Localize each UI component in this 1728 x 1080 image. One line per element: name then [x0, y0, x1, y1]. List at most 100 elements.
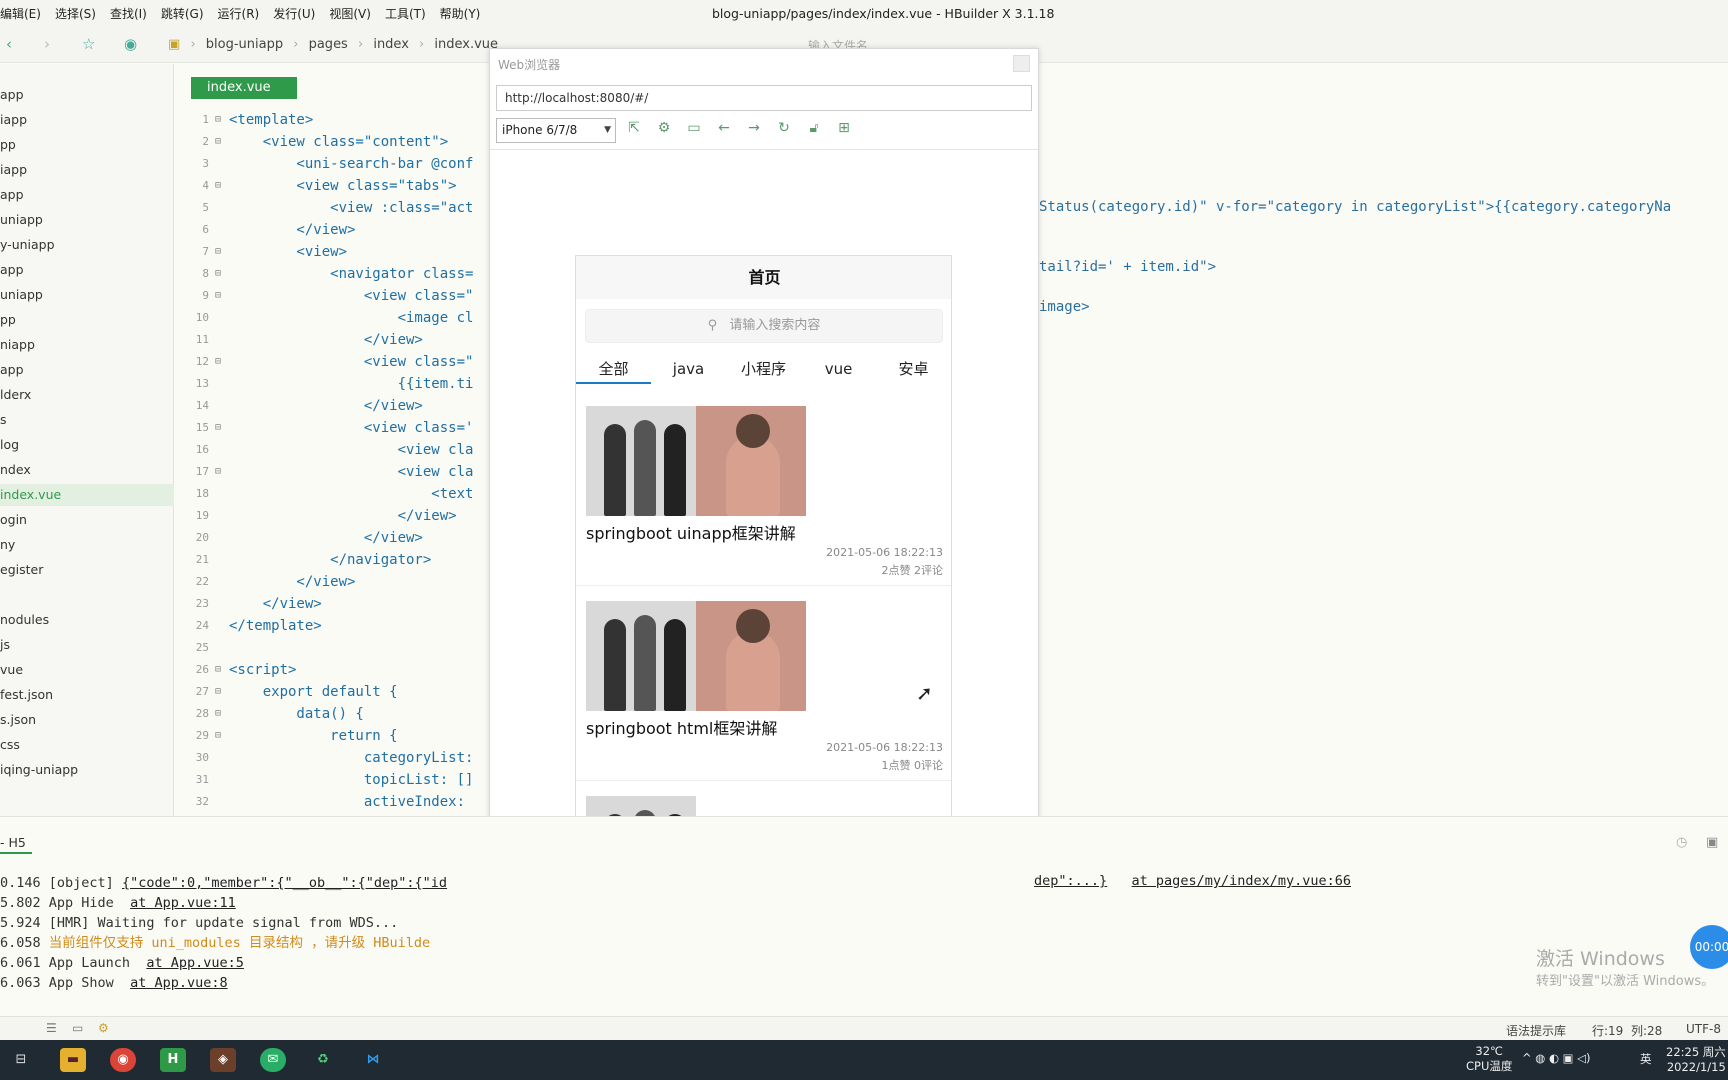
search-input[interactable]: ⚲ 请输入搜索内容	[585, 309, 943, 343]
chrome-icon[interactable]: ◉	[110, 1048, 136, 1072]
sidebar-item[interactable]: app	[0, 359, 174, 381]
tab-android[interactable]: 安卓	[876, 356, 951, 382]
sidebar-item[interactable]: nodules	[0, 609, 174, 631]
sidebar-item[interactable]: ny	[0, 534, 174, 556]
menu-view[interactable]: 视图(V)	[329, 5, 371, 22]
settings-icon[interactable]: ⚙	[653, 120, 675, 136]
forward-icon[interactable]: →	[743, 120, 765, 136]
tray-icons[interactable]: ^ ◍ ◐ ▣ ◁)	[1522, 1051, 1591, 1065]
sidebar-item[interactable]: ogin	[0, 509, 174, 531]
tab-java[interactable]: java	[651, 356, 726, 382]
sidebar-item[interactable]: s	[0, 409, 174, 431]
sidebar-item[interactable]: niapp	[0, 334, 174, 356]
input-method[interactable]: 英	[1640, 1051, 1652, 1067]
sidebar-item[interactable]: lderx	[0, 384, 174, 406]
fold-icon[interactable]: ⊟	[215, 659, 221, 681]
breadcrumb-pages[interactable]: pages	[309, 37, 348, 52]
menu-find[interactable]: 查找(I)	[110, 5, 147, 22]
tab-all[interactable]: 全部	[576, 356, 651, 384]
fold-icon[interactable]: ⊟	[215, 285, 221, 307]
plugin-icon[interactable]: ⚙	[98, 1021, 109, 1035]
log-link[interactable]: {"code":0,"member":{"__ob__":{"dep":{"id	[122, 875, 447, 891]
post-card[interactable]: springboot html框架讲解 2021-05-06 18:22:13 …	[576, 601, 951, 781]
sidebar-item[interactable]: uniapp	[0, 284, 174, 306]
console-stop-icon[interactable]: ▣	[1706, 835, 1718, 850]
tab-vue[interactable]: vue	[801, 356, 876, 382]
console-run-icon[interactable]: ◷	[1676, 835, 1687, 850]
fold-icon[interactable]: ⊟	[215, 417, 221, 439]
log-link[interactable]: at App.vue:11	[130, 895, 236, 911]
fold-icon[interactable]: ⊟	[215, 263, 221, 285]
breadcrumb-project[interactable]: blog-uniapp	[206, 37, 283, 52]
qrcode-icon[interactable]: ⊞	[833, 120, 855, 136]
sidebar-item[interactable]: s.json	[0, 709, 174, 731]
fold-icon[interactable]: ⊟	[215, 461, 221, 483]
clock[interactable]: 22:25 周六 2022/1/15	[1666, 1044, 1726, 1074]
fold-icon[interactable]: ⊟	[215, 131, 221, 153]
log-link[interactable]: dep":...}	[1034, 873, 1107, 889]
menu-help[interactable]: 帮助(Y)	[440, 5, 481, 22]
sidebar-item[interactable]: app	[0, 259, 174, 281]
sidebar-item[interactable]: ndex	[0, 459, 174, 481]
file-explorer-icon[interactable]: ▬	[60, 1048, 86, 1072]
fold-icon[interactable]: ⊟	[215, 703, 221, 725]
sidebar-item[interactable]: y-uniapp	[0, 234, 174, 256]
console-tab[interactable]: - H5	[0, 835, 32, 854]
fold-icon[interactable]: ⊟	[215, 725, 221, 747]
close-icon[interactable]	[1013, 55, 1030, 72]
editor-tab-index-vue[interactable]: index.vue	[191, 77, 297, 99]
sidebar-item[interactable]: js	[0, 634, 174, 656]
encoding[interactable]: UTF-8	[1686, 1022, 1721, 1036]
menu-run[interactable]: 运行(R)	[218, 5, 260, 22]
app-icon[interactable]: ◈	[210, 1048, 236, 1072]
fold-icon[interactable]: ⊟	[215, 681, 221, 703]
terminal-icon[interactable]: ▭	[72, 1021, 83, 1035]
menu-select[interactable]: 选择(S)	[55, 5, 96, 22]
device-select[interactable]: iPhone 6/7/8 ▼	[496, 118, 616, 143]
sidebar-item[interactable]: iapp	[0, 109, 174, 131]
sidebar-item[interactable]	[0, 584, 174, 606]
task-view-icon[interactable]: ⊟	[8, 1048, 34, 1072]
sidebar-item[interactable]: log	[0, 434, 174, 456]
back-arrow-icon[interactable]: ‹	[6, 35, 12, 53]
lock-icon[interactable]: 🔓︎	[803, 120, 825, 136]
vscode-icon[interactable]: ⋈	[360, 1048, 386, 1072]
run-icon[interactable]: ◉	[124, 35, 137, 53]
url-field[interactable]: http://localhost:8080/#/	[496, 85, 1032, 111]
post-card[interactable]: springboot uinapp框架讲解 2021-05-06 18:22:1…	[576, 406, 951, 586]
menu-publish[interactable]: 发行(U)	[273, 5, 315, 22]
sidebar-item[interactable]: app	[0, 184, 174, 206]
recording-timer[interactable]: 00:00	[1690, 925, 1728, 969]
sidebar-item[interactable]: iqing-uniapp	[0, 759, 174, 781]
list-icon[interactable]: ☰	[46, 1021, 57, 1035]
breadcrumb-index[interactable]: index	[373, 37, 409, 52]
fold-icon[interactable]: ⊟	[215, 351, 221, 373]
forward-arrow-icon[interactable]: ›	[44, 35, 50, 53]
wechat-icon[interactable]: ✉	[260, 1048, 286, 1072]
sidebar-item[interactable]: pp	[0, 134, 174, 156]
back-icon[interactable]: ←	[713, 120, 735, 136]
sidebar-item[interactable]: app	[0, 84, 174, 106]
fold-icon[interactable]: ⊟	[215, 109, 221, 131]
fold-icon[interactable]: ⊟	[215, 175, 221, 197]
sidebar-item[interactable]: pp	[0, 309, 174, 331]
sidebar-item[interactable]: css	[0, 734, 174, 756]
menu-goto[interactable]: 跳转(G)	[161, 5, 204, 22]
log-link[interactable]: at App.vue:8	[130, 975, 228, 991]
sidebar-item[interactable]: uniapp	[0, 209, 174, 231]
log-link[interactable]: at pages/my/index/my.vue:66	[1132, 873, 1351, 889]
sidebar-item[interactable]: fest.json	[0, 684, 174, 706]
refresh-icon[interactable]: ↻	[773, 120, 795, 136]
menu-tools[interactable]: 工具(T)	[385, 5, 426, 22]
hbuilder-icon[interactable]: H	[160, 1048, 186, 1072]
open-external-icon[interactable]: ⇱	[623, 120, 645, 136]
fold-icon[interactable]: ⊟	[215, 241, 221, 263]
sidebar-item[interactable]: index.vue	[0, 484, 174, 506]
sidebar-item[interactable]: iapp	[0, 159, 174, 181]
tab-miniprogram[interactable]: 小程序	[726, 356, 801, 382]
star-icon[interactable]: ☆	[82, 35, 95, 53]
console-icon[interactable]: ▭	[683, 120, 705, 136]
syntax-hint[interactable]: 语法提示库	[1506, 1022, 1566, 1039]
log-link[interactable]: at App.vue:5	[146, 955, 244, 971]
sidebar-item[interactable]: egister	[0, 559, 174, 581]
